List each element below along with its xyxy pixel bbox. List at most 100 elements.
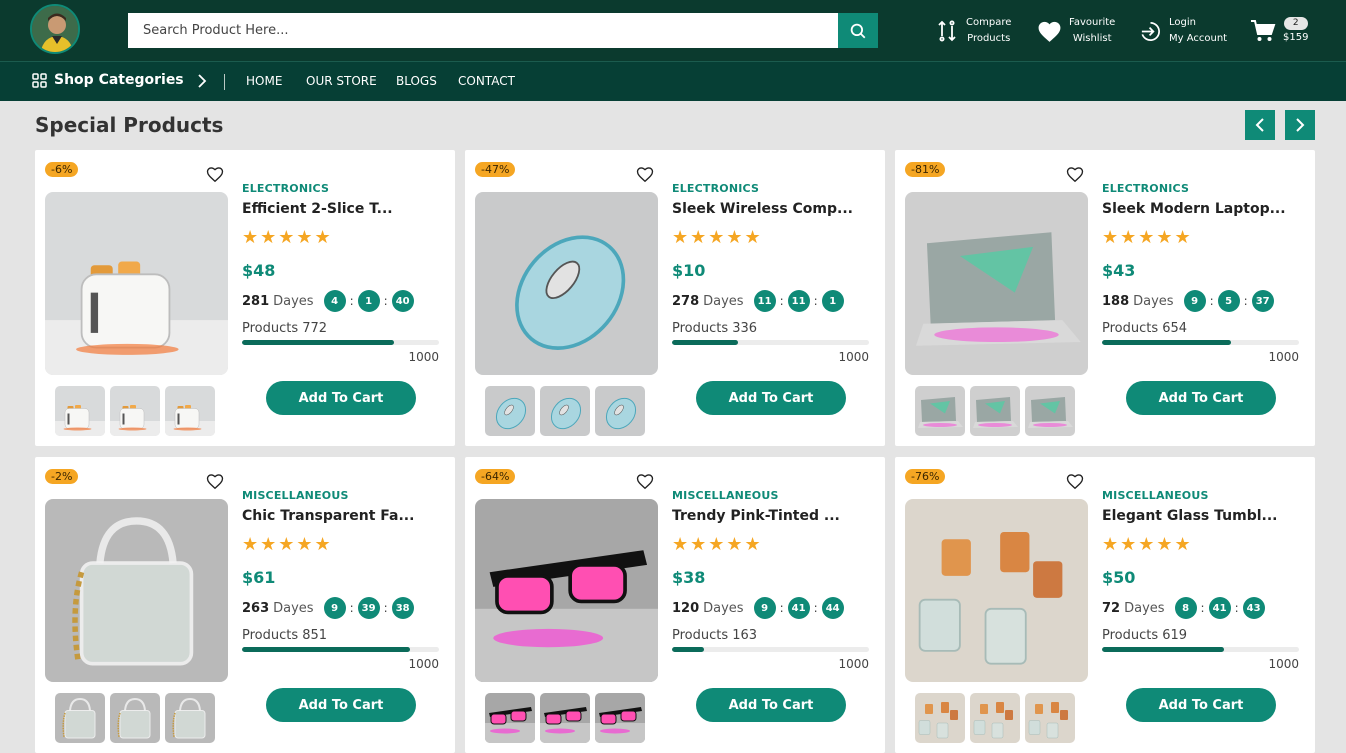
countdown-minutes: 11 [787,290,810,312]
product-name[interactable]: Elegant Glass Tumbl... [1102,508,1302,524]
countdown-timer: 188 Dayes 9:5:37 [1102,290,1302,312]
product-thumbnail[interactable] [110,386,160,436]
countdown-separator: : [813,294,818,308]
nav-blogs[interactable]: BLOGS [396,74,437,88]
discount-badge: -64% [475,469,516,484]
rating-stars: ★★★★★ [242,534,333,555]
account-line1: Login [1169,17,1196,28]
product-image[interactable] [45,499,228,682]
product-name[interactable]: Trendy Pink-Tinted ... [672,508,872,524]
carousel-prev-button[interactable] [1245,110,1275,140]
countdown-separator: : [1200,601,1205,615]
product-price: $43 [1102,261,1136,280]
stock-progress-fill [1102,340,1231,345]
stock-max: 1000 [408,657,439,671]
cart-link[interactable]: 2 $159 [1250,14,1308,48]
product-thumbnail[interactable] [1025,386,1075,436]
thumbnail-list [485,386,645,436]
product-thumbnail[interactable] [915,693,965,743]
product-thumbnail[interactable] [915,386,965,436]
product-thumbnail[interactable] [970,693,1020,743]
product-name[interactable]: Efficient 2-Slice T... [242,201,442,217]
wishlist-link[interactable]: Favourite Wishlist [1037,14,1115,48]
product-thumbnail[interactable] [485,386,535,436]
product-thumbnail[interactable] [485,693,535,743]
wishlist-toggle[interactable] [206,473,224,494]
countdown-hours: 11 [753,290,776,312]
add-to-cart-button[interactable]: Add To Cart [696,381,846,415]
heart-outline-icon [1066,474,1084,490]
nav-our-store[interactable]: OUR STORE [306,74,377,88]
product-name[interactable]: Sleek Wireless Comp... [672,201,872,217]
product-card: -64% MISCELLANEOUS Trendy Pink-Tinted ...… [465,457,885,753]
product-thumbnail[interactable] [540,386,590,436]
compare-products-link[interactable]: Compare Products [935,14,1011,48]
chevron-right-icon[interactable] [196,73,208,89]
product-category[interactable]: MISCELLANEOUS [672,489,872,502]
product-thumbnail[interactable] [55,386,105,436]
login-account-link[interactable]: Login My Account [1139,14,1227,48]
carousel-next-button[interactable] [1285,110,1315,140]
wishlist-toggle[interactable] [206,166,224,187]
account-line2: My Account [1169,33,1228,44]
product-thumbnail[interactable] [970,386,1020,436]
add-to-cart-button[interactable]: Add To Cart [266,381,416,415]
countdown-separator: : [779,601,784,615]
nav-divider [224,74,225,90]
product-name[interactable]: Chic Transparent Fa... [242,508,442,524]
rating-stars: ★★★★★ [672,534,763,555]
wishlist-toggle[interactable] [1066,166,1084,187]
stock-max: 1000 [1268,350,1299,364]
wishlist-toggle[interactable] [636,166,654,187]
add-to-cart-button[interactable]: Add To Cart [696,688,846,722]
product-image[interactable] [475,192,658,375]
top-header: Compare Products Favourite Wishlist Login M… [0,0,1346,61]
search-button[interactable] [838,13,878,48]
product-thumbnail[interactable] [540,693,590,743]
heart-outline-icon [636,474,654,490]
product-image[interactable] [45,192,228,375]
product-info: ELECTRONICS Sleek Wireless Comp... ★★★★★ $1… [672,182,872,364]
heart-icon [1038,21,1061,42]
product-image[interactable] [905,192,1088,375]
product-image[interactable] [475,499,658,682]
product-image[interactable] [905,499,1088,682]
product-category[interactable]: ELECTRONICS [242,182,442,195]
product-info: ELECTRONICS Efficient 2-Slice T... ★★★★★ $4… [242,182,442,364]
product-category[interactable]: ELECTRONICS [1102,182,1302,195]
countdown-minutes: 41 [1208,597,1231,619]
wishlist-toggle[interactable] [636,473,654,494]
add-to-cart-button[interactable]: Add To Cart [266,688,416,722]
product-thumbnail[interactable] [595,693,645,743]
search-input[interactable] [128,13,838,48]
shop-categories-button[interactable]: Shop Categories [32,72,184,88]
user-avatar[interactable] [30,4,80,54]
add-to-cart-button[interactable]: Add To Cart [1126,688,1276,722]
stock-count: Products 619 [1102,628,1188,643]
wishlist-toggle[interactable] [1066,473,1084,494]
product-thumbnail[interactable] [110,693,160,743]
product-name[interactable]: Sleek Modern Laptop... [1102,201,1302,217]
add-to-cart-button[interactable]: Add To Cart [1126,381,1276,415]
countdown-separator: : [779,294,784,308]
countdown-days: 120 [672,600,700,616]
heart-outline-icon [206,474,224,490]
product-thumbnail[interactable] [595,386,645,436]
product-category[interactable]: MISCELLANEOUS [242,489,442,502]
product-thumbnail[interactable] [1025,693,1075,743]
product-thumbnail[interactable] [165,693,215,743]
product-category[interactable]: MISCELLANEOUS [1102,489,1302,502]
product-thumbnail[interactable] [55,693,105,743]
nav-contact[interactable]: CONTACT [458,74,515,88]
stock-count: Products 163 [672,628,758,643]
countdown-days-label: Dayes [1124,600,1165,616]
product-category[interactable]: ELECTRONICS [672,182,872,195]
countdown-days: 72 [1102,600,1121,616]
product-thumbnail[interactable] [165,386,215,436]
stock-count: Products 654 [1102,321,1188,336]
nav-home[interactable]: HOME [246,74,282,88]
discount-badge: -81% [905,162,946,177]
countdown-seconds: 37 [1251,290,1274,312]
compare-line2: Products [967,33,1011,44]
countdown-seconds: 43 [1242,597,1265,619]
